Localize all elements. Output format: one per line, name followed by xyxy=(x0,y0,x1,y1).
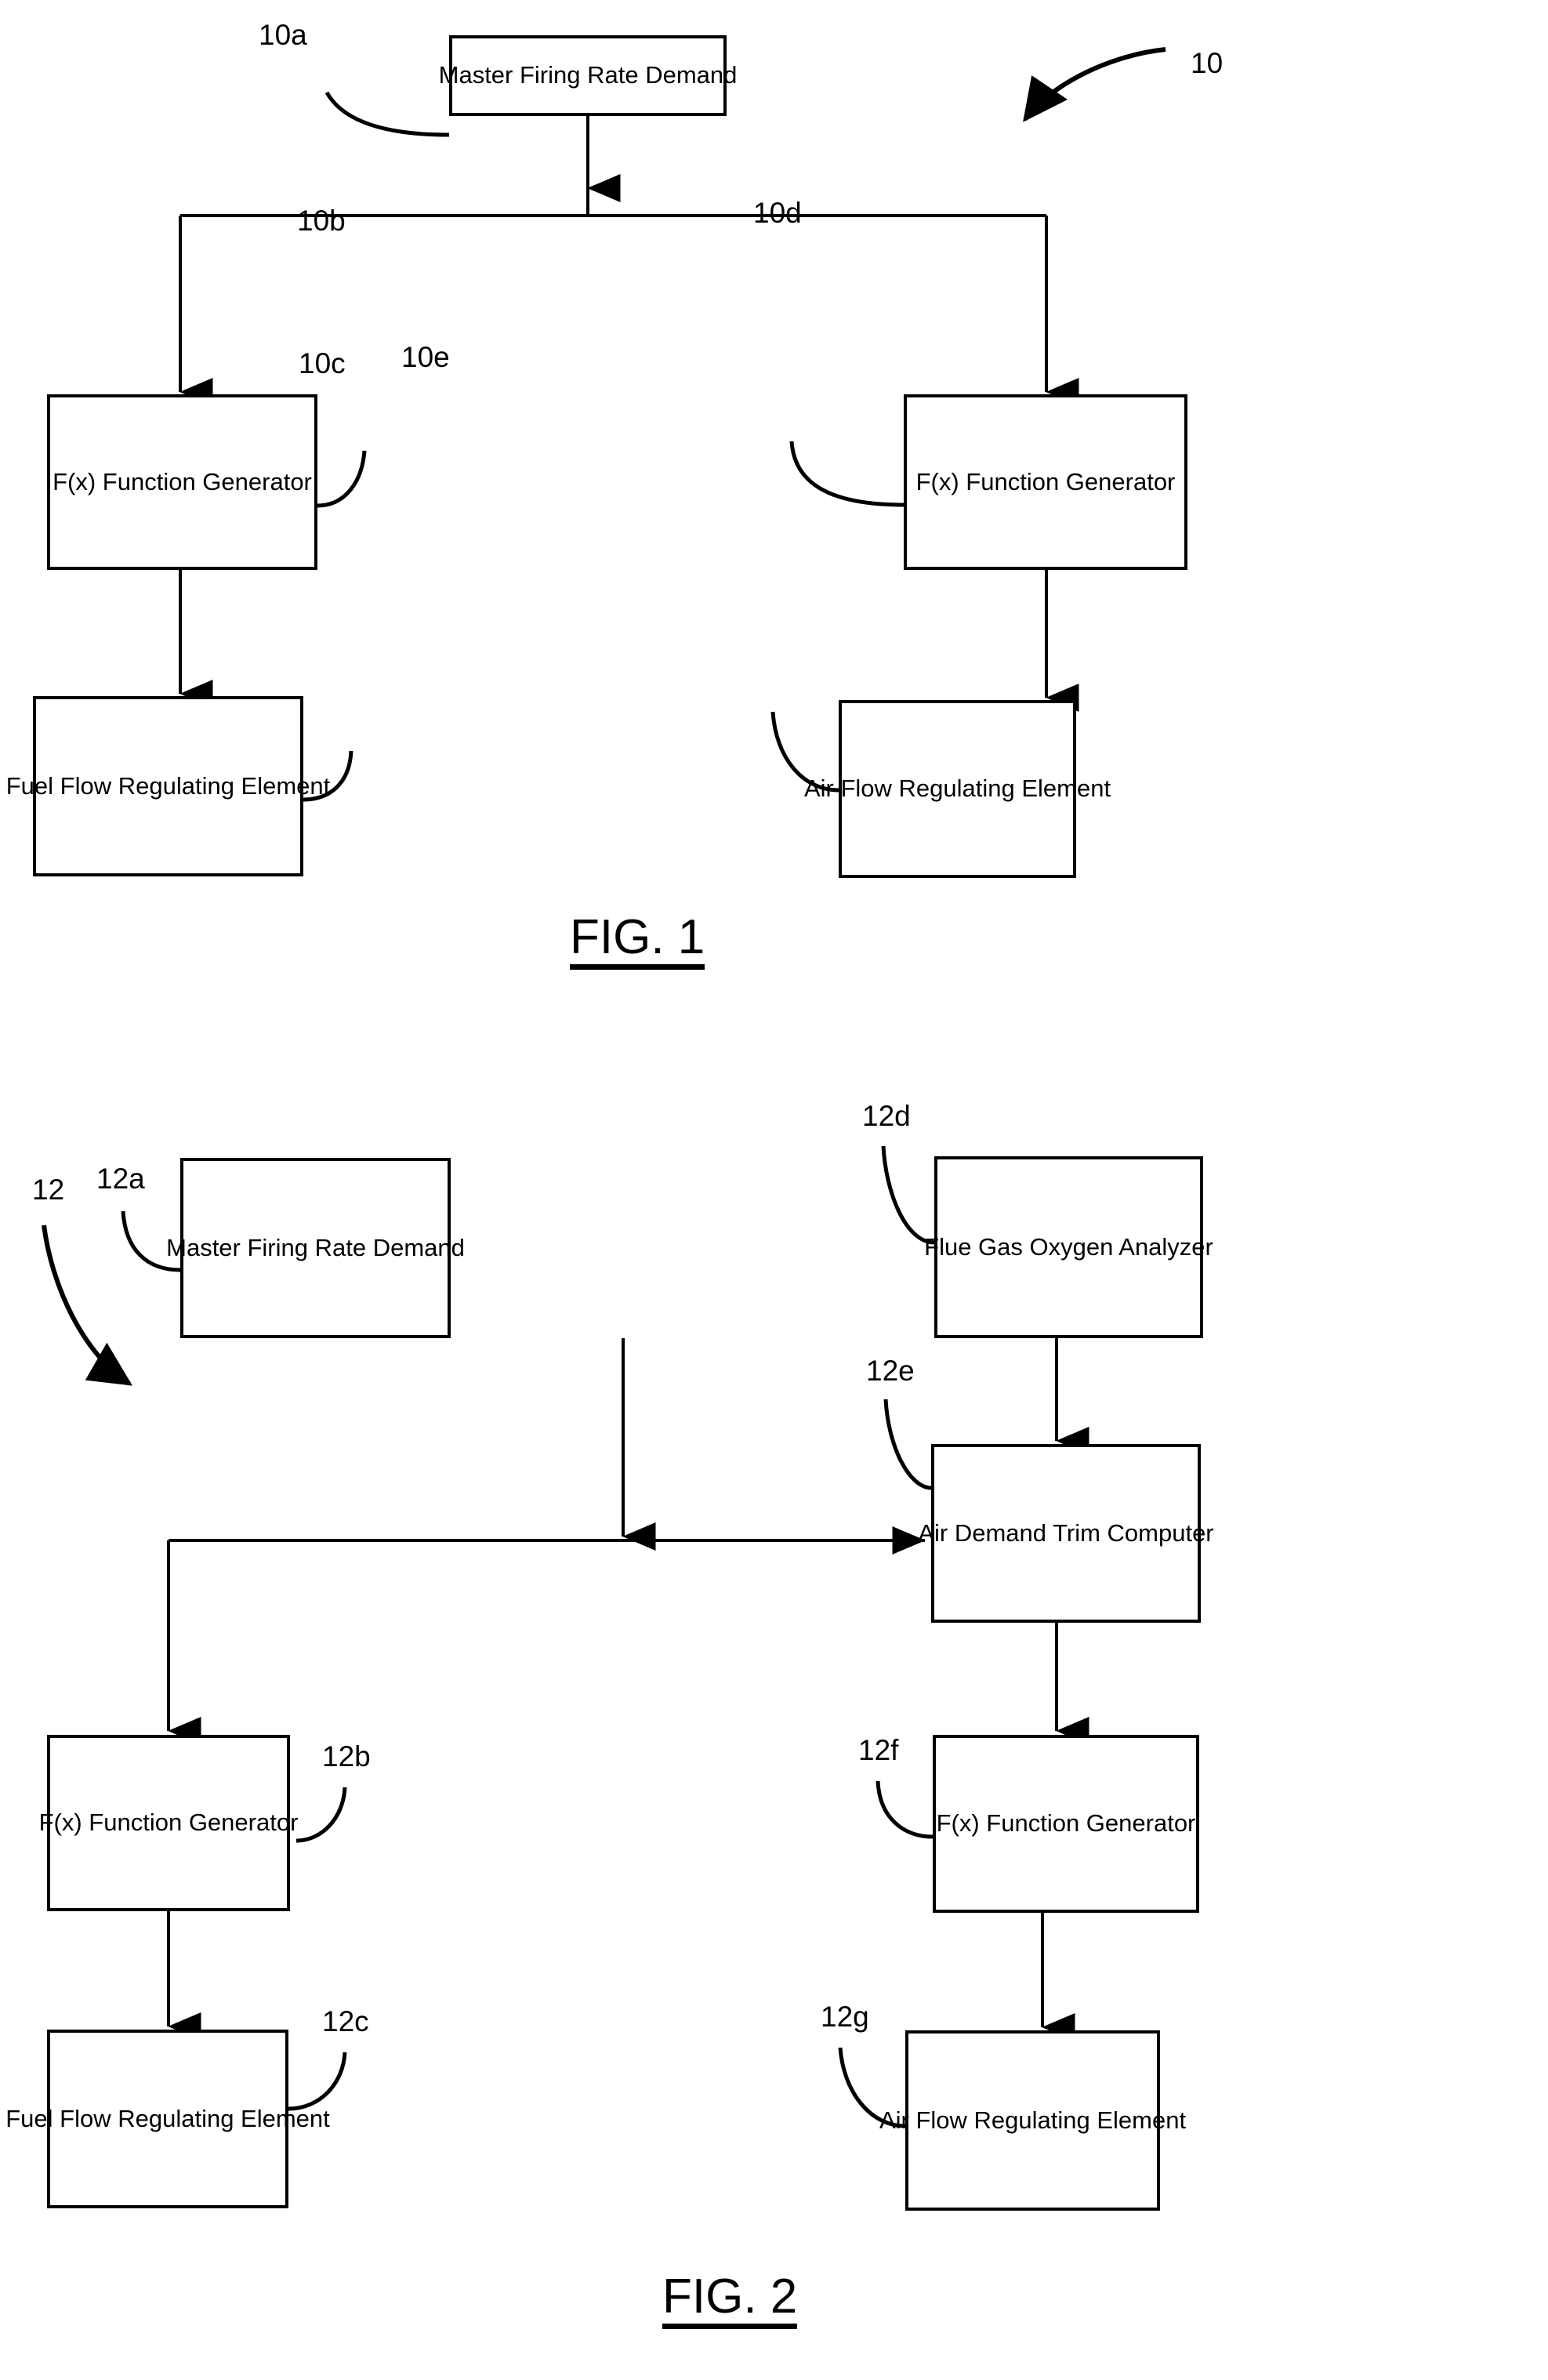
block-fx-function-generator-12f[interactable]: F(x) Function Generator xyxy=(933,1735,1199,1913)
fig2-leader-12 xyxy=(42,1224,132,1386)
reference-numeral-12a: 12a xyxy=(96,1163,145,1195)
block-label: Air Demand Trim Computer xyxy=(918,1518,1214,1547)
block-label: F(x) Function Generator xyxy=(915,467,1176,495)
figure-caption-2: FIG. 2 xyxy=(662,2271,798,2330)
reference-numeral-10e: 10e xyxy=(401,341,450,373)
fig2-leader-12c xyxy=(288,2052,347,2111)
reference-numeral-12e: 12e xyxy=(866,1355,915,1387)
fig2-leader-12d xyxy=(881,1145,935,1245)
block-label: Fuel Flow Regulating Element xyxy=(5,771,331,800)
block-fx-function-generator-10d[interactable]: F(x) Function Generator xyxy=(904,394,1187,570)
block-label: Air Flow Regulating Element xyxy=(879,2106,1187,2134)
figure-caption-1: FIG. 1 xyxy=(570,912,705,971)
reference-numeral-12d: 12d xyxy=(862,1100,911,1132)
block-flue-gas-oxygen-analyzer-12d[interactable]: Flue Gas Oxygen Analyzer xyxy=(924,1156,1213,1338)
reference-numeral-10b: 10b xyxy=(297,205,346,237)
block-label: Master Firing Rate Demand xyxy=(438,61,738,89)
fig2-bus-to-trim xyxy=(167,1526,926,1745)
block-fuel-flow-regulating-element-10c[interactable]: Fuel Flow Regulating Element xyxy=(6,696,330,876)
block-label: Flue Gas Oxygen Analyzer xyxy=(924,1232,1213,1261)
block-label: Master Firing Rate Demand xyxy=(166,1233,465,1261)
reference-numeral-12: 12 xyxy=(32,1174,65,1206)
fig1-leader-10 xyxy=(1023,47,1166,122)
block-air-flow-regulating-element-10e[interactable]: Air Flow Regulating Element xyxy=(804,700,1111,878)
reference-numeral-12g: 12g xyxy=(821,2001,869,2033)
block-label: F(x) Function Generator xyxy=(53,467,312,495)
block-air-flow-regulating-element-12g[interactable]: Air Flow Regulating Element xyxy=(879,2030,1186,2211)
fig1-leader-10d xyxy=(789,441,905,507)
fig2-leader-12f xyxy=(876,1780,934,1839)
fig2-leader-12b xyxy=(295,1787,347,1843)
block-label: Fuel Flow Regulating Element xyxy=(5,2104,330,2132)
reference-numeral-10d: 10d xyxy=(753,197,802,229)
block-label: F(x) Function Generator xyxy=(936,1809,1196,1838)
block-fx-function-generator-10b[interactable]: F(x) Function Generator xyxy=(47,394,317,570)
patent-drawing-sheet: Master Firing Rate Demand F(x) Function … xyxy=(0,0,1548,2380)
block-fuel-flow-regulating-element-12c[interactable]: Fuel Flow Regulating Element xyxy=(5,2030,330,2208)
reference-numeral-10a: 10a xyxy=(259,19,307,51)
block-master-firing-rate-demand-10a[interactable]: Master Firing Rate Demand xyxy=(439,35,737,116)
block-label: F(x) Function Generator xyxy=(38,1809,299,1837)
block-air-demand-trim-computer-12e[interactable]: Air Demand Trim Computer xyxy=(918,1444,1214,1623)
block-master-firing-rate-demand-12a[interactable]: Master Firing Rate Demand xyxy=(166,1158,465,1338)
block-fx-function-generator-12b[interactable]: F(x) Function Generator xyxy=(39,1735,298,1911)
block-label: Air Flow Regulating Element xyxy=(803,775,1111,803)
reference-numeral-12f: 12f xyxy=(858,1734,899,1766)
fig2-leader-12e xyxy=(883,1399,932,1490)
fig1-leader-10a xyxy=(324,91,450,137)
fig1-leader-10b xyxy=(317,450,367,508)
reference-numeral-12c: 12c xyxy=(322,2005,369,2037)
reference-numeral-12b: 12b xyxy=(322,1740,371,1772)
reference-numeral-10c: 10c xyxy=(299,347,346,379)
reference-numeral-10: 10 xyxy=(1191,47,1224,79)
